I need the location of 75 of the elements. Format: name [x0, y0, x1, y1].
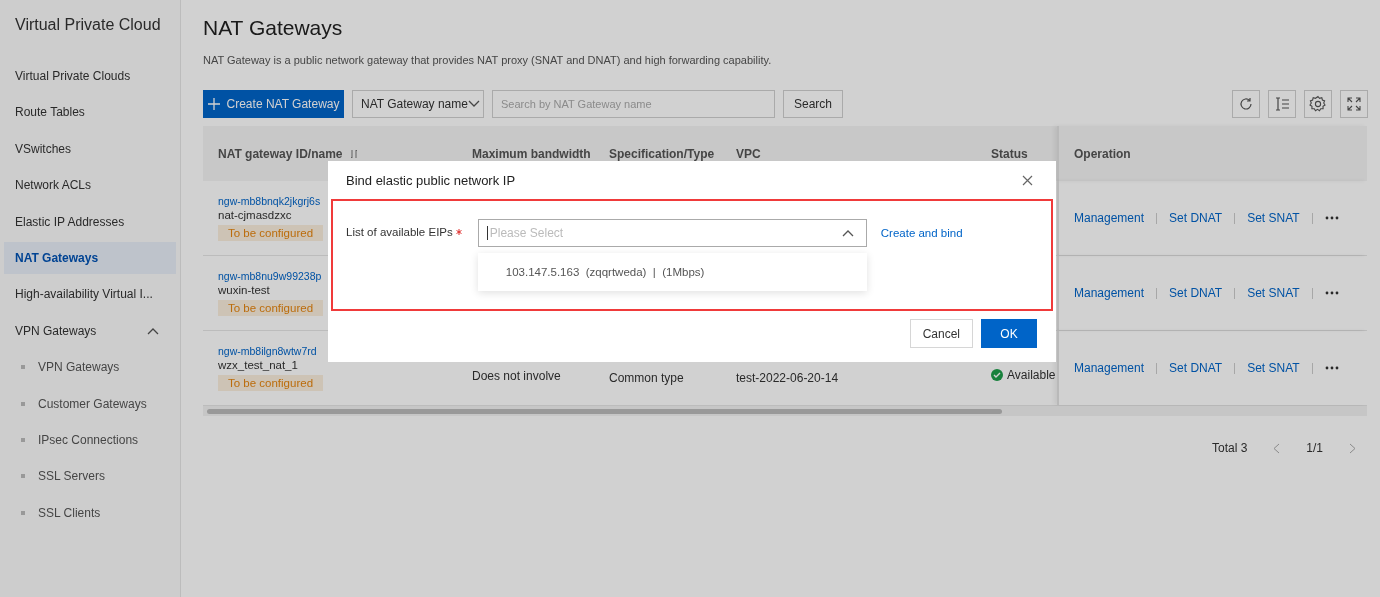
- column-header: Specification/Type: [609, 146, 715, 161]
- chevron-icon[interactable]: [147, 326, 159, 335]
- sidebar-item[interactable]: SSL Clients: [38, 505, 101, 520]
- total-count: Total 3: [1211, 441, 1248, 455]
- settings-button[interactable]: [1304, 90, 1332, 118]
- refresh-icon: [1239, 97, 1253, 111]
- chevron-icon: [841, 229, 854, 237]
- status-text: Available: [1007, 368, 1056, 382]
- table-cell-text: Common type: [609, 371, 685, 385]
- operation-link[interactable]: Management: [1074, 361, 1145, 375]
- more-icon[interactable]: [1324, 291, 1339, 295]
- page-description: NAT Gateway is a public network gateway that provides NAT proxy (SNAT and DNAT) and high forwarding capability.: [203, 54, 773, 66]
- operation-link[interactable]: Set DNAT: [1169, 211, 1223, 225]
- create-and-bind-link[interactable]: Create and bind: [880, 227, 963, 239]
- table-cell-text: test-2022-06-20-14: [736, 371, 840, 385]
- dialog-title: Bind elastic public network IP: [346, 172, 516, 188]
- close-icon[interactable]: [1022, 174, 1033, 186]
- operation-link[interactable]: Management: [1074, 286, 1145, 300]
- sidebar-item[interactable]: Elastic IP Addresses: [15, 214, 125, 229]
- sidebar-item[interactable]: VPN Gateways: [38, 360, 120, 375]
- sidebar-item[interactable]: Customer Gateways: [38, 396, 147, 411]
- sidebar-item[interactable]: High-availability Virtual I...: [15, 287, 153, 302]
- status-tag: To be configured: [218, 300, 324, 316]
- page-title: NAT Gateways: [203, 16, 344, 40]
- bullet-icon: [21, 401, 25, 406]
- plus-icon: [207, 98, 220, 110]
- column-header: Maximum bandwidth: [472, 146, 591, 161]
- search-field[interactable]: Search by NAT Gateway name: [492, 90, 775, 118]
- sidebar-item[interactable]: IPsec Connections: [38, 432, 139, 447]
- sidebar-item[interactable]: Network ACLs: [15, 178, 92, 193]
- dropdown-option[interactable]: 103.147.5.163 (zqqrtweda) | (1Mbps): [477, 266, 705, 278]
- operation-link[interactable]: Set SNAT: [1247, 361, 1300, 375]
- sidebar-item[interactable]: VPN Gateways: [15, 323, 97, 338]
- settings-icon: [1309, 95, 1327, 113]
- column-header: NAT gateway ID/name: [218, 146, 343, 161]
- operation-link[interactable]: Management: [1074, 211, 1145, 225]
- bullet-icon: [21, 437, 25, 442]
- create-button[interactable]: Create NAT Gateway: [203, 90, 344, 118]
- column-header: Operation: [1074, 146, 1131, 161]
- check-circle-icon: [991, 369, 1003, 381]
- field-label: List of available EIPs: [346, 226, 453, 238]
- status-tag: To be configured: [218, 375, 324, 391]
- sidebar-item[interactable]: SSL Servers: [38, 469, 105, 484]
- operation-link[interactable]: Set SNAT: [1247, 286, 1300, 300]
- sidebar-item[interactable]: Route Tables: [15, 105, 85, 120]
- gateway-name: nat-cjmasdzxc: [218, 209, 293, 221]
- cancel-button[interactable]: Cancel: [909, 319, 973, 348]
- page-indicator: 1/1: [1306, 441, 1323, 455]
- search-button[interactable]: Search: [783, 90, 844, 118]
- column-header: VPC: [736, 146, 761, 161]
- gateway-name: wuxin-test: [218, 284, 271, 296]
- refresh-button[interactable]: [1232, 90, 1260, 118]
- columns-button[interactable]: [1268, 90, 1296, 118]
- list-icon: [1274, 96, 1290, 112]
- expand-icon: [1347, 97, 1361, 111]
- bullet-icon: [21, 365, 25, 370]
- bullet-icon: [21, 510, 25, 515]
- more-icon[interactable]: [1324, 216, 1339, 220]
- table-cell-text: Does not involve: [472, 369, 562, 383]
- chevron-icon: [467, 100, 480, 108]
- sidebar-title: Virtual Private Cloud: [14, 15, 162, 35]
- scrollbar-thumb[interactable]: [207, 408, 1002, 414]
- sidebar-item[interactable]: VSwitches: [15, 141, 72, 156]
- more-icon[interactable]: [1324, 366, 1339, 370]
- ok-button[interactable]: OK: [981, 319, 1037, 348]
- status-tag: To be configured: [218, 225, 324, 241]
- operation-link[interactable]: Set DNAT: [1169, 361, 1223, 375]
- operation-link[interactable]: Set DNAT: [1169, 286, 1223, 300]
- fullscreen-button[interactable]: [1340, 90, 1368, 118]
- column-header: Status: [991, 146, 1028, 161]
- sidebar-item[interactable]: Virtual Private Clouds: [15, 69, 131, 83]
- bullet-icon: [21, 474, 25, 479]
- filter-select[interactable]: NAT Gateway name: [352, 90, 484, 118]
- operation-link[interactable]: Set SNAT: [1247, 211, 1300, 225]
- gateway-name: wzx_test_nat_1: [218, 359, 299, 371]
